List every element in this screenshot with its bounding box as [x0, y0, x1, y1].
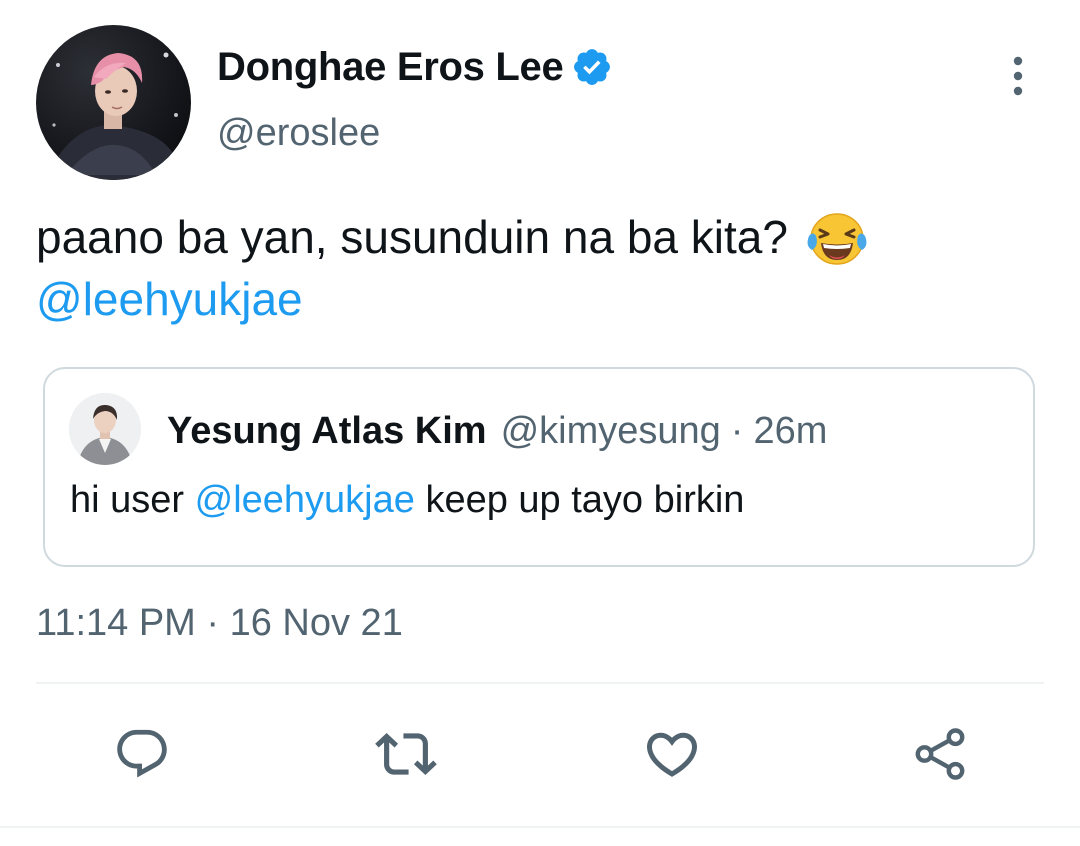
tweet-body: paano ba yan, susunduin na ba kita?: [36, 211, 788, 263]
share-button[interactable]: [908, 722, 972, 786]
tweet-timestamp[interactable]: 11:14 PM · 16 Nov 21: [36, 602, 403, 645]
tweet-mention-link[interactable]: @leehyukjae: [36, 273, 303, 325]
author-handle[interactable]: @eroslee: [217, 112, 380, 155]
author-display-name[interactable]: Donghae Eros Lee: [217, 45, 564, 90]
quoted-text-before: hi user: [70, 479, 195, 521]
quoted-text-after: keep up tayo birkin: [414, 479, 745, 521]
retweet-icon: [375, 733, 437, 775]
bottom-divider: [0, 826, 1080, 828]
quoted-tweet-mention-link[interactable]: @leehyukjae: [195, 479, 415, 521]
quoted-author-handle: @kimyesung: [500, 409, 721, 452]
author-name-row: Donghae Eros Lee: [217, 42, 613, 92]
quoted-tweet-card[interactable]: Yesung Atlas Kim @kimyesung · 26m hi use…: [43, 367, 1035, 567]
reply-button[interactable]: [110, 722, 174, 786]
more-vertical-icon[interactable]: [998, 52, 1038, 100]
tweet-text: paano ba yan, susunduin na ba kita? @lee…: [36, 206, 1036, 330]
quoted-tweet-text: hi user @leehyukjae keep up tayo birkin: [70, 479, 744, 522]
retweet-button[interactable]: [374, 722, 438, 786]
quoted-author-avatar[interactable]: [69, 393, 141, 465]
reply-icon: [117, 729, 167, 778]
share-icon: [915, 728, 965, 780]
divider: [36, 682, 1044, 684]
quoted-author-name: Yesung Atlas Kim: [167, 409, 487, 452]
quoted-tweet-header: Yesung Atlas Kim @kimyesung · 26m: [167, 407, 827, 455]
like-button[interactable]: [640, 722, 704, 786]
author-avatar[interactable]: [36, 25, 191, 180]
like-icon: [646, 732, 698, 777]
verified-badge-icon: [571, 46, 613, 88]
laughing-emoji-icon: [805, 206, 869, 268]
quoted-header-separator: ·: [730, 409, 744, 452]
quoted-tweet-time: 26m: [753, 409, 828, 452]
